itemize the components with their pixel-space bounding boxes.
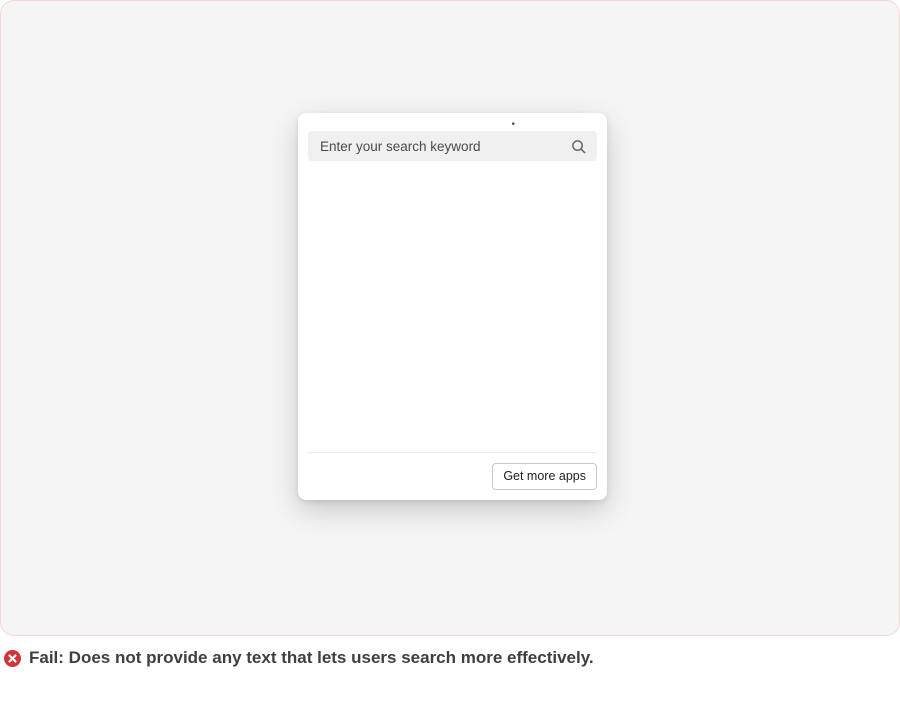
search-panel: • Get more apps [298,113,607,500]
search-icon[interactable] [567,135,589,157]
fail-icon [4,650,21,667]
search-input[interactable] [318,138,567,155]
search-field-container [308,131,597,161]
panel-decoration-dot: • [511,120,515,130]
panel-footer: Get more apps [308,452,597,491]
get-more-apps-button[interactable]: Get more apps [492,463,597,491]
results-area [308,161,597,452]
caption-row: Fail: Does not provide any text that let… [4,648,594,668]
example-stage: • Get more apps [0,0,900,636]
caption-text: Fail: Does not provide any text that let… [29,648,594,668]
